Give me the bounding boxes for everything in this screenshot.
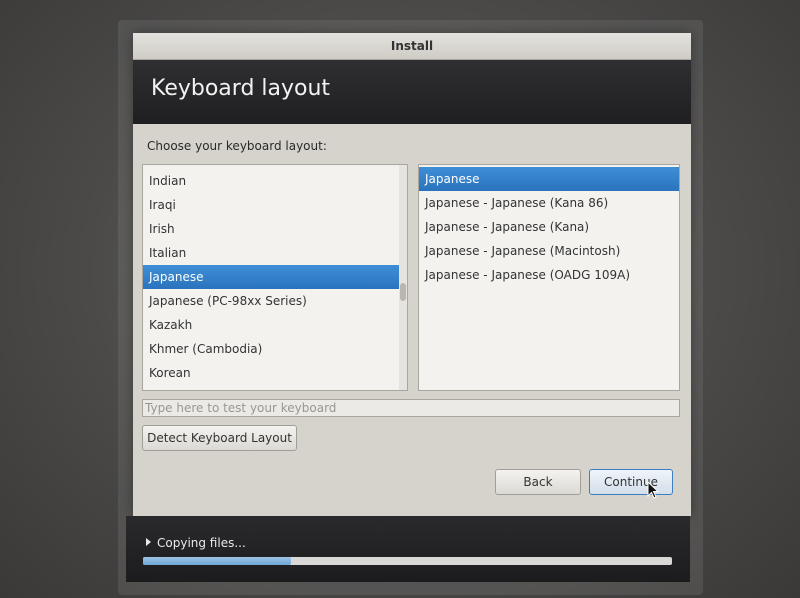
layout-list-scrollbar[interactable] — [399, 165, 407, 390]
variant-item[interactable]: Japanese - Japanese (Kana) — [419, 215, 679, 239]
detect-layout-button[interactable]: Detect Keyboard Layout — [142, 425, 297, 451]
progress-fill — [143, 557, 292, 565]
keyboard-test-input[interactable] — [142, 399, 680, 417]
progress-status[interactable]: Copying files... — [146, 536, 246, 550]
page-header: Keyboard layout — [133, 60, 691, 124]
progress-panel: Copying files... — [126, 516, 690, 582]
layout-item[interactable]: Indian — [143, 169, 399, 193]
variant-item[interactable]: Japanese - Japanese (OADG 109A) — [419, 263, 679, 287]
layout-item[interactable]: Korean — [143, 361, 399, 385]
layout-prompt: Choose your keyboard layout: — [147, 139, 327, 153]
progress-text: Copying files... — [157, 536, 246, 550]
layout-item[interactable]: Japanese — [143, 265, 399, 289]
page-title: Keyboard layout — [151, 76, 331, 101]
layout-item[interactable]: Irish — [143, 217, 399, 241]
triangle-right-icon[interactable] — [146, 538, 151, 546]
back-button[interactable]: Back — [495, 469, 581, 495]
continue-button[interactable]: Continue — [589, 469, 673, 495]
window-title: Install — [133, 33, 691, 60]
layout-item[interactable]: Iraqi — [143, 193, 399, 217]
layout-item[interactable]: Italian — [143, 241, 399, 265]
mouse-pointer-icon — [647, 481, 659, 499]
variant-item[interactable]: Japanese - Japanese (Kana 86) — [419, 191, 679, 215]
progress-bar — [143, 557, 672, 565]
scrollbar-thumb[interactable] — [400, 283, 406, 301]
variant-item[interactable]: Japanese - Japanese (Macintosh) — [419, 239, 679, 263]
installer-window: Install Keyboard layout Choose your keyb… — [133, 33, 691, 516]
variant-item[interactable]: Japanese — [419, 167, 679, 191]
layout-item[interactable]: Japanese (PC-98xx Series) — [143, 289, 399, 313]
layout-item[interactable]: Kazakh — [143, 313, 399, 337]
layout-list[interactable]: Indian Iraqi Irish Italian Japanese Japanese … — [142, 164, 408, 391]
variant-list[interactable]: Japanese Japanese - Japanese (Kana 86) Jap… — [418, 164, 680, 391]
layout-item[interactable]: Khmer (Cambodia) — [143, 337, 399, 361]
